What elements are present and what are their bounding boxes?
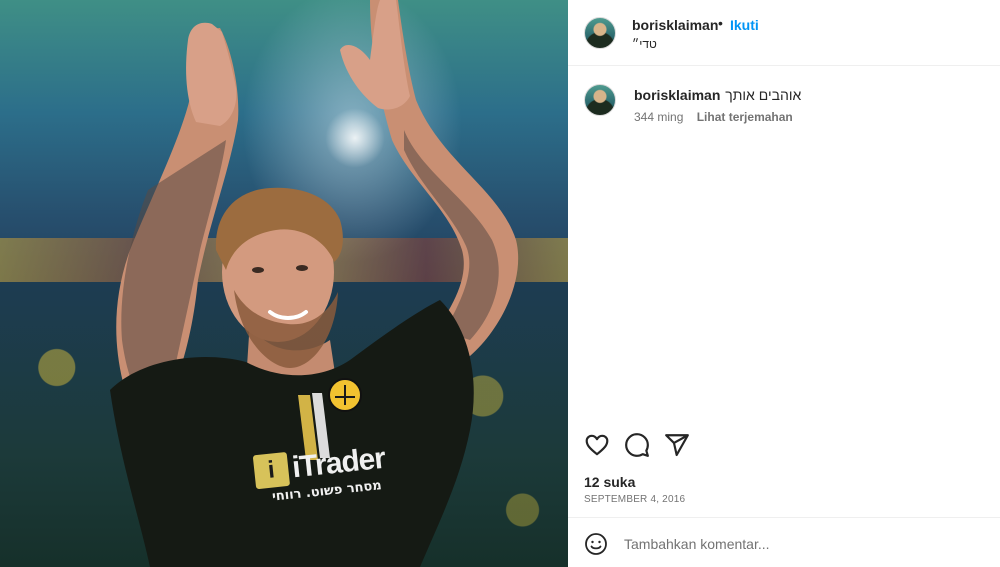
add-comment-bar <box>568 517 1000 567</box>
comment-username[interactable]: borisklaiman <box>634 87 720 103</box>
avatar[interactable] <box>584 17 616 49</box>
post-photo[interactable]: i iTrader מסחר פשוט. רווחי <box>0 0 568 567</box>
likes-count[interactable]: 12 suka <box>584 474 635 490</box>
see-translation-button[interactable]: Lihat terjemahan <box>697 110 793 124</box>
emoji-icon[interactable] <box>584 532 608 556</box>
follow-button[interactable]: Ikuti <box>730 17 759 33</box>
comment-text: אוהבים אותך <box>725 87 802 103</box>
comment-time[interactable]: 344 ming <box>634 110 683 124</box>
comment-meta: 344 ming Lihat terjemahan <box>634 110 793 124</box>
heart-icon[interactable] <box>584 432 610 458</box>
post-actions <box>568 428 1000 464</box>
separator-dot: • <box>718 15 723 31</box>
header-username[interactable]: borisklaiman <box>632 17 718 33</box>
post-date[interactable]: SEPTEMBER 4, 2016 <box>584 494 685 505</box>
sponsor-logo-icon: i <box>252 451 291 490</box>
comment-input[interactable] <box>624 530 954 558</box>
post-header: borisklaiman • Ikuti טדי״ <box>568 0 1000 66</box>
share-icon[interactable] <box>664 432 690 458</box>
comment-avatar[interactable] <box>584 84 616 116</box>
comment-icon[interactable] <box>624 432 650 458</box>
post-details-panel: borisklaiman • Ikuti טדי״ borisklaiman א… <box>568 0 1000 567</box>
location-label[interactable]: טדי״ <box>632 37 657 51</box>
comment-line: borisklaiman אוהבים אותך <box>634 87 801 103</box>
